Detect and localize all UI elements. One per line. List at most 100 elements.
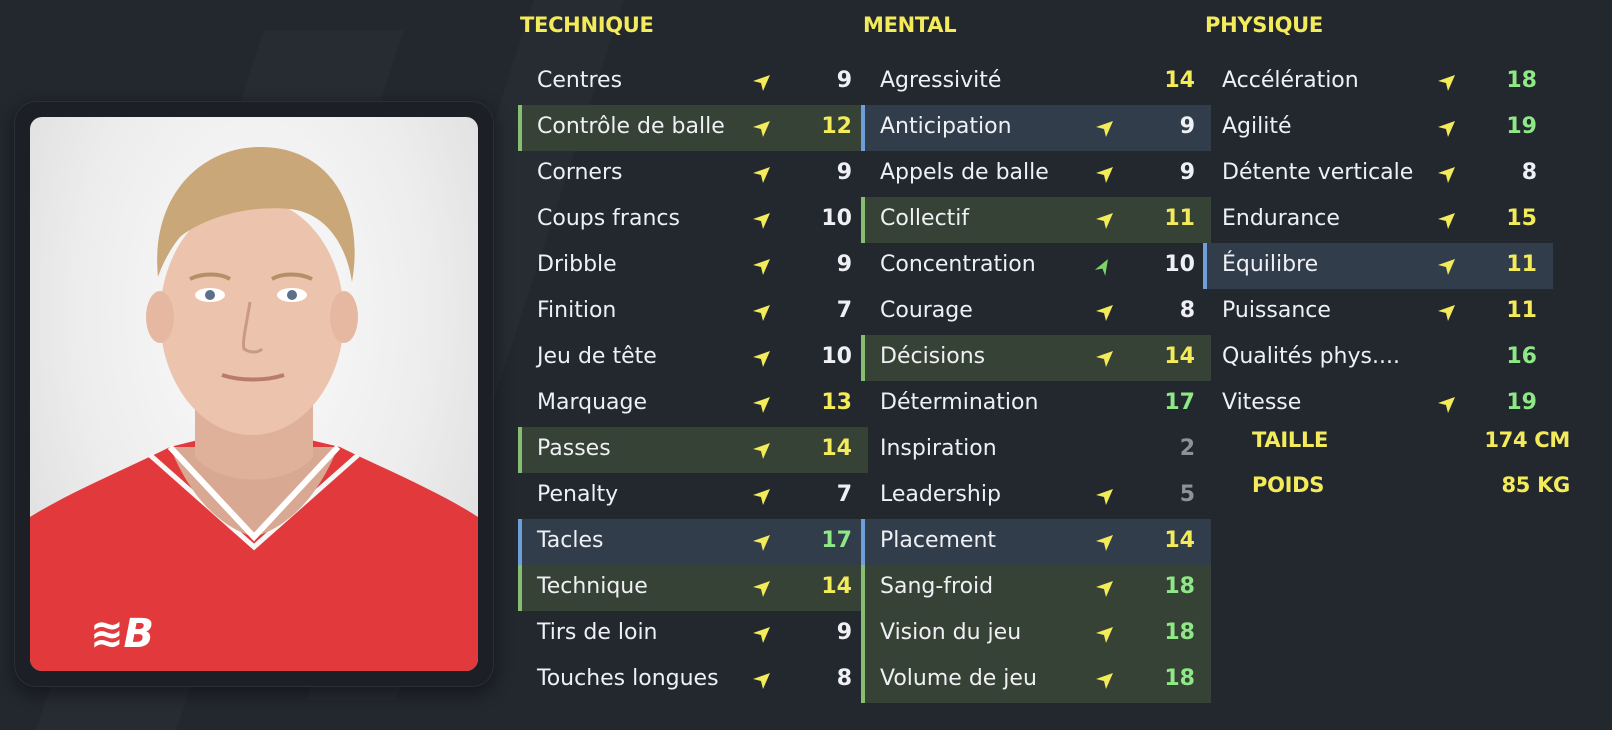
physique-attribute-row-vitesse[interactable]: Vitesse 19: [1203, 381, 1553, 427]
mental-attribute-row-sang-froid[interactable]: Sang-froid 18: [861, 565, 1211, 611]
attribute-label: Anticipation: [880, 114, 1012, 139]
attribute-value: 19: [1506, 114, 1537, 139]
attribute-label: Accélération: [1222, 68, 1359, 93]
attribute-value: 7: [836, 298, 852, 323]
trend-arrow-icon: [753, 627, 770, 643]
trend-arrow-icon: [753, 351, 770, 367]
technique-attribute-row-tirs-de-loin[interactable]: Tirs de loin 9: [518, 611, 868, 657]
trend-arrow-icon: [1096, 213, 1113, 229]
trend-arrow-icon: [753, 581, 770, 597]
trend-arrow-icon: [1096, 305, 1113, 321]
technique-attribute-row-controle-de-balle[interactable]: Contrôle de balle 12: [518, 105, 868, 151]
trend-arrow-icon: [1096, 627, 1113, 643]
mental-attribute-row-courage[interactable]: Courage 8: [861, 289, 1211, 335]
physique-attribute-row-endurance[interactable]: Endurance 15: [1203, 197, 1553, 243]
attribute-value: 7: [836, 482, 852, 507]
attribute-label: Puissance: [1222, 298, 1331, 323]
height-label: TAILLE: [1252, 428, 1329, 452]
attribute-value: 9: [1179, 114, 1195, 139]
attribute-value: 17: [821, 528, 852, 553]
mental-attribute-row-leadership[interactable]: Leadership 5: [861, 473, 1211, 519]
trend-arrow-icon: [1438, 213, 1455, 229]
attribute-value: 14: [1164, 344, 1195, 369]
attribute-label: Équilibre: [1222, 252, 1319, 277]
attribute-label: Leadership: [880, 482, 1001, 507]
physique-column: PHYSIQUE Accélération 18 Agilité 19 Détente …: [1203, 12, 1553, 427]
attribute-label: Placement: [880, 528, 997, 553]
mental-attribute-row-placement[interactable]: Placement 14: [861, 519, 1211, 565]
technique-attribute-row-corners[interactable]: Corners 9: [518, 151, 868, 197]
mental-title: MENTAL: [863, 13, 957, 37]
trend-arrow-icon: [1096, 167, 1113, 183]
trend-arrow-icon: [753, 259, 770, 275]
attribute-value: 9: [836, 620, 852, 645]
trend-arrow-icon: [1096, 581, 1113, 597]
technique-attribute-row-coups-francs[interactable]: Coups francs 10: [518, 197, 868, 243]
weight-label: POIDS: [1252, 473, 1325, 497]
attribute-value: 19: [1506, 390, 1537, 415]
physique-attribute-row-qualites-phys[interactable]: Qualités phys.... 16: [1203, 335, 1553, 381]
attribute-label: Penalty: [537, 482, 619, 507]
attribute-value: 10: [821, 344, 852, 369]
attribute-value: 12: [821, 114, 852, 139]
trend-arrow-icon: [753, 673, 770, 689]
technique-attribute-row-marquage[interactable]: Marquage 13: [518, 381, 868, 427]
attribute-value: 8: [1521, 160, 1537, 185]
height-value: 174 CM: [1484, 428, 1570, 452]
mental-attribute-row-anticipation[interactable]: Anticipation 9: [861, 105, 1211, 151]
attribute-value: 16: [1506, 344, 1537, 369]
attribute-value: 17: [1164, 390, 1195, 415]
physique-attribute-row-detente-verticale[interactable]: Détente verticale 8: [1203, 151, 1553, 197]
attribute-value: 14: [821, 436, 852, 461]
attribute-value: 18: [1164, 666, 1195, 691]
mental-attribute-row-volume-de-jeu[interactable]: Volume de jeu 18: [861, 657, 1211, 703]
mental-attribute-row-agressivite[interactable]: Agressivité 14: [861, 59, 1211, 105]
trend-arrow-icon: [1438, 305, 1455, 321]
mental-attribute-row-appels-de-balle[interactable]: Appels de balle 9: [861, 151, 1211, 197]
technique-attribute-row-technique[interactable]: Technique 14: [518, 565, 868, 611]
mental-attribute-row-determination[interactable]: Détermination 17: [861, 381, 1211, 427]
physique-attribute-row-agilite[interactable]: Agilité 19: [1203, 105, 1553, 151]
trend-arrow-icon: [1438, 259, 1455, 275]
technique-attribute-row-dribble[interactable]: Dribble 9: [518, 243, 868, 289]
attribute-label: Sang-froid: [880, 574, 994, 599]
trend-up-arrow-icon: [1094, 259, 1108, 276]
trend-arrow-icon: [753, 443, 770, 459]
trend-arrow-icon: [753, 535, 770, 551]
technique-attribute-row-tacles[interactable]: Tacles 17: [518, 519, 868, 565]
attribute-label: Appels de balle: [880, 160, 1049, 185]
technique-attribute-row-touches-longues[interactable]: Touches longues 8: [518, 657, 868, 703]
mental-attribute-row-inspiration[interactable]: Inspiration 2: [861, 427, 1211, 473]
attribute-value: 14: [1164, 68, 1195, 93]
attribute-value: 9: [836, 68, 852, 93]
physique-attribute-row-puissance[interactable]: Puissance 11: [1203, 289, 1553, 335]
trend-arrow-icon: [1096, 489, 1113, 505]
trend-arrow-icon: [753, 167, 770, 183]
trend-arrow-icon: [1096, 535, 1113, 551]
attribute-label: Finition: [537, 298, 617, 323]
attribute-value: 2: [1179, 436, 1195, 461]
attribute-value: 9: [836, 160, 852, 185]
technique-attribute-row-centres[interactable]: Centres 9: [518, 59, 868, 105]
technique-attribute-row-finition[interactable]: Finition 7: [518, 289, 868, 335]
mental-attribute-row-concentration[interactable]: Concentration 10: [861, 243, 1211, 289]
attribute-value: 8: [836, 666, 852, 691]
physique-attribute-row-equilibre[interactable]: Équilibre 11: [1203, 243, 1553, 289]
technique-attribute-row-jeu-de-tete[interactable]: Jeu de tête 10: [518, 335, 868, 381]
technique-attribute-row-passes[interactable]: Passes 14: [518, 427, 868, 473]
attribute-value: 18: [1164, 620, 1195, 645]
trend-arrow-icon: [753, 489, 770, 505]
attribute-label: Volume de jeu: [880, 666, 1037, 691]
mental-attribute-row-decisions[interactable]: Décisions 14: [861, 335, 1211, 381]
trend-arrow-icon: [753, 213, 770, 229]
mental-attribute-row-collectif[interactable]: Collectif 11: [861, 197, 1211, 243]
attribute-label: Agilité: [1222, 114, 1292, 139]
technique-attribute-row-penalty[interactable]: Penalty 7: [518, 473, 868, 519]
trend-arrow-icon: [753, 75, 770, 91]
attribute-value: 15: [1506, 206, 1537, 231]
mental-column: MENTAL Agressivité 14 Anticipation 9 Appels …: [861, 12, 1211, 703]
physique-attribute-row-acceleration[interactable]: Accélération 18: [1203, 59, 1553, 105]
trend-arrow-icon: [1096, 673, 1113, 689]
attribute-value: 5: [1179, 482, 1195, 507]
mental-attribute-row-vision-du-jeu[interactable]: Vision du jeu 18: [861, 611, 1211, 657]
